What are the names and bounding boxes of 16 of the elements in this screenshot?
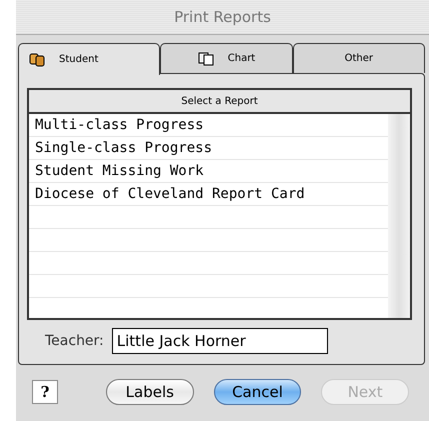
help-button[interactable]: ? <box>32 380 58 404</box>
window-title: Print Reports <box>16 0 429 35</box>
teacher-label: Teacher: <box>45 333 104 349</box>
dialog-button[interactable]: Labels <box>106 379 194 405</box>
tab[interactable]: Chart <box>160 43 293 73</box>
list-item[interactable]: Student Missing Work <box>29 160 388 183</box>
tab[interactable]: Student <box>18 43 160 75</box>
list-item[interactable]: Multi-class Progress <box>29 114 388 137</box>
pages-icon <box>198 52 214 66</box>
list-item[interactable]: Single-class Progress <box>29 137 388 160</box>
teacher-field[interactable]: Little Jack Horner <box>112 328 328 354</box>
dialog-button[interactable]: Cancel <box>214 379 302 405</box>
scrollbar-track[interactable] <box>388 114 410 318</box>
tab[interactable]: Other <box>292 43 425 73</box>
list-item[interactable]: Diocese of Cleveland Report Card <box>29 183 388 206</box>
list-header: Select a Report <box>29 90 410 114</box>
